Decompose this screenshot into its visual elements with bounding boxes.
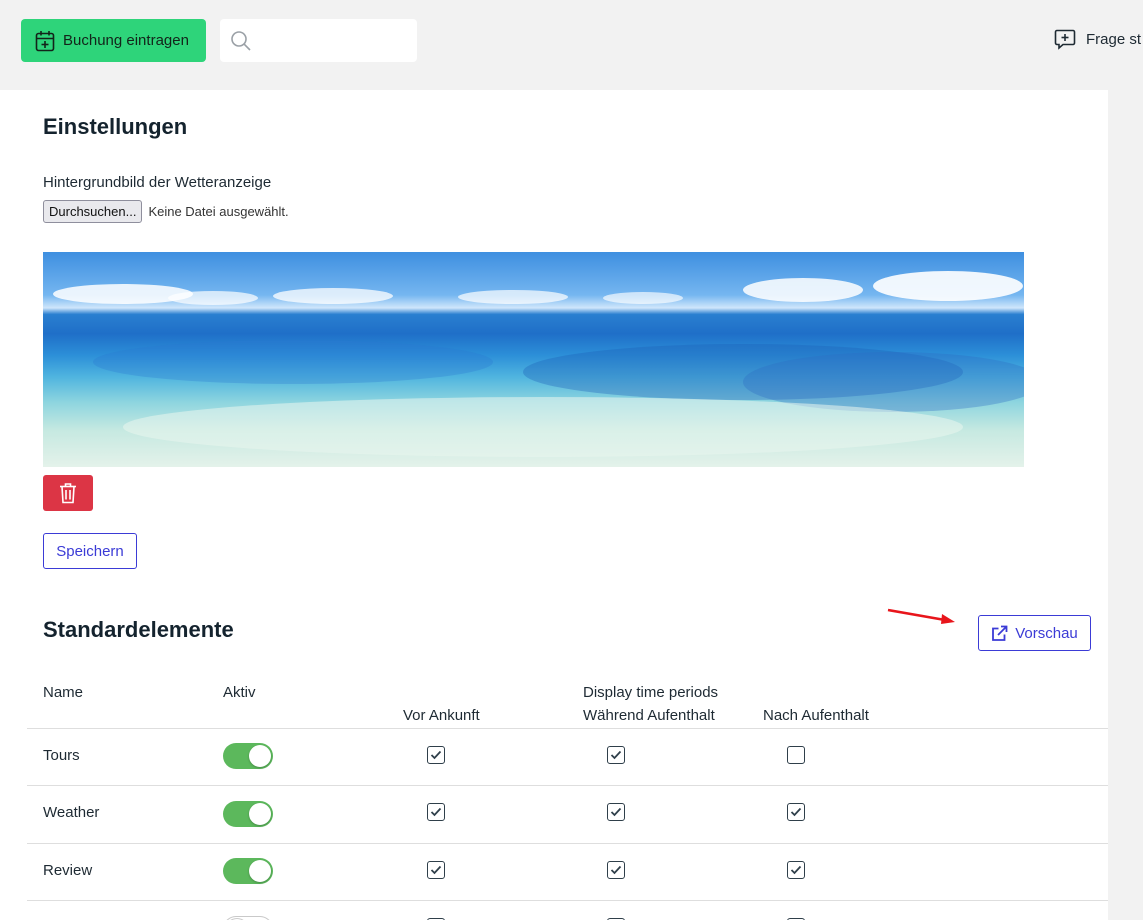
column-header-display-periods: Display time periods xyxy=(583,684,719,701)
before-arrival-checkbox[interactable] xyxy=(427,803,445,821)
search-icon xyxy=(231,30,251,51)
background-image-preview xyxy=(43,252,1024,467)
add-booking-button[interactable]: Buchung eintragen xyxy=(21,19,206,62)
checkmark-icon xyxy=(790,865,802,875)
preview-label: Vorschau xyxy=(1015,624,1078,642)
active-toggle[interactable] xyxy=(223,801,273,827)
checkmark-icon xyxy=(430,807,442,817)
search-input[interactable] xyxy=(260,31,414,50)
standard-elements-title: Standardelemente xyxy=(43,617,234,642)
table-divider xyxy=(27,900,1108,901)
checkmark-icon xyxy=(610,807,622,817)
column-header-active: Aktiv xyxy=(223,684,256,701)
background-image-label: Hintergrundbild der Wetteranzeige xyxy=(43,174,272,191)
checkmark-icon xyxy=(430,750,442,760)
file-input: Durchsuchen... Keine Datei ausgewählt. xyxy=(43,200,289,223)
during-stay-checkbox[interactable] xyxy=(607,803,625,821)
after-stay-checkbox[interactable] xyxy=(787,803,805,821)
add-booking-label: Buchung eintragen xyxy=(63,32,189,49)
before-arrival-checkbox[interactable] xyxy=(427,861,445,879)
ask-question-button[interactable]: Frage st xyxy=(1054,28,1141,50)
column-header-before-arrival: Vor Ankunft xyxy=(403,707,480,724)
ask-question-label: Frage st xyxy=(1086,30,1142,48)
table-divider xyxy=(27,843,1108,844)
table-divider xyxy=(27,728,1108,729)
after-stay-checkbox[interactable] xyxy=(787,861,805,879)
during-stay-checkbox[interactable] xyxy=(607,746,625,764)
checkmark-icon xyxy=(790,807,802,817)
chat-plus-icon xyxy=(1054,29,1076,50)
toggle-knob xyxy=(249,860,271,882)
element-name: Review xyxy=(43,862,93,879)
table-divider xyxy=(27,785,1108,786)
before-arrival-checkbox[interactable] xyxy=(427,746,445,764)
checkmark-icon xyxy=(430,865,442,875)
settings-title: Einstellungen xyxy=(43,114,188,139)
delete-image-button[interactable] xyxy=(43,475,93,511)
file-status-text: Keine Datei ausgewählt. xyxy=(148,204,289,219)
element-name: Tours xyxy=(43,747,80,764)
search-box[interactable] xyxy=(220,19,417,62)
column-header-name: Name xyxy=(43,684,84,701)
browse-button[interactable]: Durchsuchen... xyxy=(43,200,143,223)
external-link-icon xyxy=(992,625,1008,641)
active-toggle[interactable] xyxy=(223,858,273,884)
active-toggle[interactable] xyxy=(223,743,273,769)
checkmark-icon xyxy=(610,750,622,760)
after-stay-checkbox[interactable] xyxy=(787,746,805,764)
column-header-during-stay: Während Aufenthalt xyxy=(583,707,715,724)
toggle-knob xyxy=(249,745,271,767)
main-content: Einstellungen Hintergrundbild der Wetter… xyxy=(0,90,1108,920)
calendar-plus-icon xyxy=(35,30,55,51)
during-stay-checkbox[interactable] xyxy=(607,861,625,879)
top-bar: Buchung eintragen Frage st xyxy=(0,0,1143,90)
checkmark-icon xyxy=(610,865,622,875)
column-header-after-stay: Nach Aufenthalt xyxy=(763,707,869,724)
toggle-knob xyxy=(249,803,271,825)
save-button[interactable]: Speichern xyxy=(43,533,137,569)
element-name: Weather xyxy=(43,804,100,821)
annotation-arrow xyxy=(887,608,955,624)
preview-button[interactable]: Vorschau xyxy=(978,615,1091,651)
active-toggle[interactable] xyxy=(223,916,273,920)
trash-icon xyxy=(60,483,76,504)
